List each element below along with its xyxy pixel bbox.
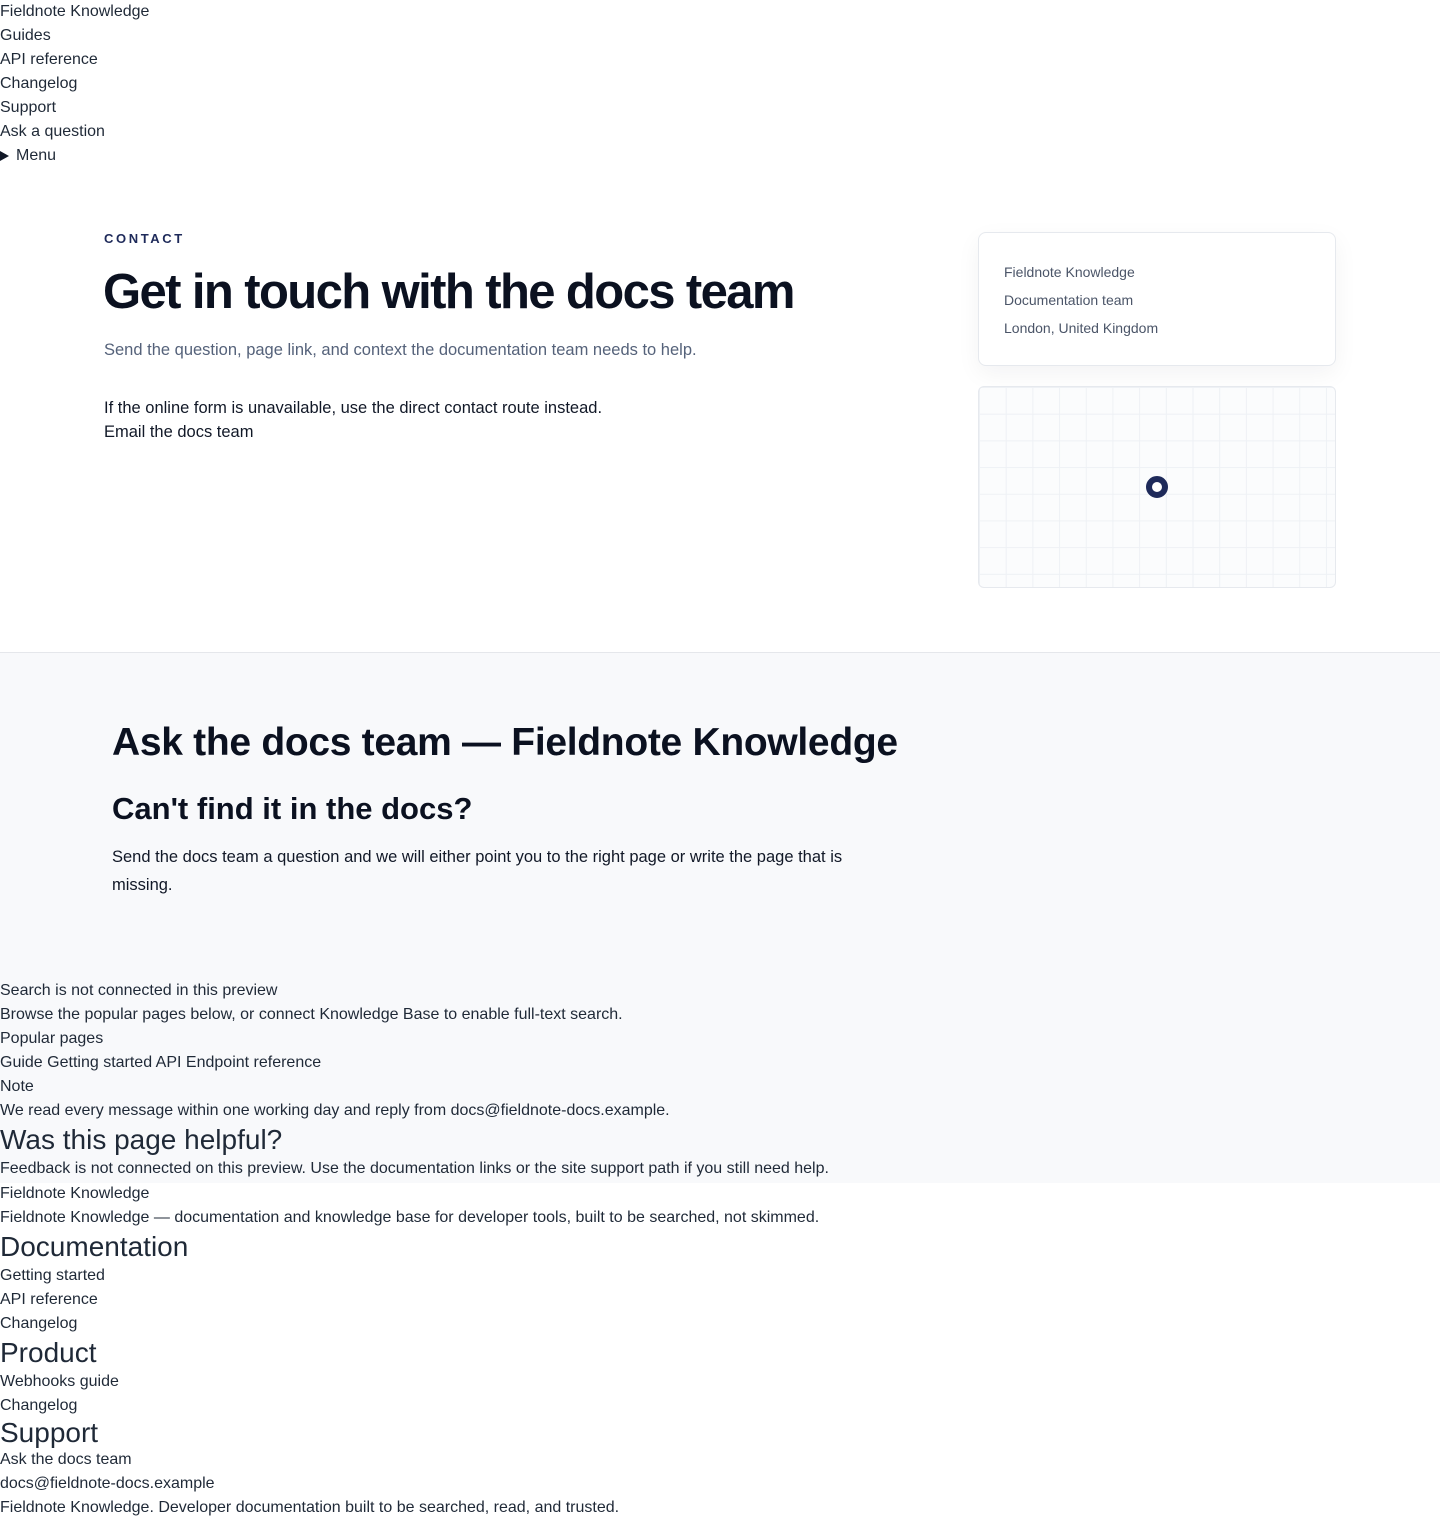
nav-link-guides[interactable]: Guides	[0, 24, 400, 48]
address-line-team: Documentation team	[1004, 292, 1134, 308]
ask-section-body: Send the docs team a question and we wil…	[112, 848, 843, 894]
footer-column-title-support: Support	[0, 1417, 99, 1448]
footer-link-changelog-product[interactable]: Changelog	[0, 1394, 1000, 1418]
nav-link-ask-question[interactable]: Ask a question	[0, 120, 400, 144]
location-map	[978, 386, 1336, 588]
note-text: We read every message within one working…	[0, 1102, 670, 1119]
nav-link-changelog[interactable]: Changelog	[0, 72, 400, 96]
feedback-title: Was this page helpful?	[0, 1124, 283, 1155]
footer-link-api-reference[interactable]: API reference	[0, 1288, 1000, 1312]
footer-column-title-documentation: Documentation	[0, 1231, 189, 1262]
fallback-contact: If the online form is unavailable, use t…	[104, 396, 602, 444]
feedback-text: Feedback is not connected on this previe…	[0, 1160, 829, 1177]
nav-link-support[interactable]: Support	[0, 96, 400, 120]
ask-section-title: Ask the docs team — Fieldnote Knowledge	[112, 721, 898, 764]
note-label: Note	[0, 1078, 34, 1095]
footer-tagline: Fieldnote Knowledge — documentation and …	[0, 1209, 820, 1226]
site-footer: Fieldnote Knowledge Fieldnote Knowledge …	[0, 1182, 1000, 1520]
footer-column-title-product: Product	[0, 1337, 97, 1368]
footer-link-getting-started[interactable]: Getting started	[0, 1264, 1000, 1288]
search-hint: Browse the popular pages below, or conne…	[0, 1006, 623, 1023]
address-line-location: London, United Kingdom	[1004, 320, 1159, 336]
footer-link-changelog[interactable]: Changelog	[0, 1312, 1000, 1336]
footer-legal: Fieldnote Knowledge. Developer documenta…	[0, 1499, 620, 1516]
ask-section-heading: Can't find it in the docs?	[112, 791, 473, 826]
popular-pages-list: Guide Getting started API Endpoint refer…	[0, 1051, 1000, 1075]
fallback-text: If the online form is unavailable, use t…	[104, 399, 603, 417]
popular-page-tag: API	[155, 1054, 182, 1071]
disclosure-triangle-icon	[0, 151, 9, 161]
address-line-org: Fieldnote Knowledge	[1004, 264, 1135, 280]
brand-link[interactable]: Fieldnote Knowledge	[0, 0, 400, 24]
search-status: Search is not connected in this preview	[0, 982, 278, 999]
menu-toggle[interactable]: Menu	[0, 144, 400, 168]
popular-page-link[interactable]: Guide Getting started	[0, 1054, 152, 1071]
footer-link-webhooks-guide[interactable]: Webhooks guide	[0, 1370, 1000, 1394]
nav-link-api-reference[interactable]: API reference	[0, 48, 400, 72]
popular-page-tag: Guide	[0, 1054, 43, 1071]
address-card: Fieldnote Knowledge Documentation team L…	[978, 232, 1336, 366]
footer-link-email[interactable]: docs@fieldnote-docs.example	[0, 1472, 1000, 1496]
page-title: Get in touch with the docs team	[103, 265, 796, 319]
top-nav: Fieldnote Knowledge Guides API reference…	[0, 0, 400, 168]
hero-subtitle: Send the question, page link, and contex…	[104, 341, 697, 359]
popular-pages-label: Popular pages	[0, 1030, 104, 1047]
popular-page-link[interactable]: API Endpoint reference	[156, 1054, 321, 1071]
map-pin-icon	[1146, 476, 1168, 498]
menu-label: Menu	[16, 147, 57, 164]
eyebrow-label: CONTACT	[104, 231, 185, 246]
footer-link-ask-docs-team[interactable]: Ask the docs team	[0, 1448, 1000, 1472]
email-docs-team-link[interactable]: Email the docs team	[104, 420, 602, 444]
popular-page-label: Getting started	[47, 1054, 153, 1071]
footer-brand-link[interactable]: Fieldnote Knowledge	[0, 1182, 1000, 1206]
popular-page-label: Endpoint reference	[185, 1054, 322, 1071]
search-panel: Search is not connected in this preview …	[0, 979, 1000, 1181]
